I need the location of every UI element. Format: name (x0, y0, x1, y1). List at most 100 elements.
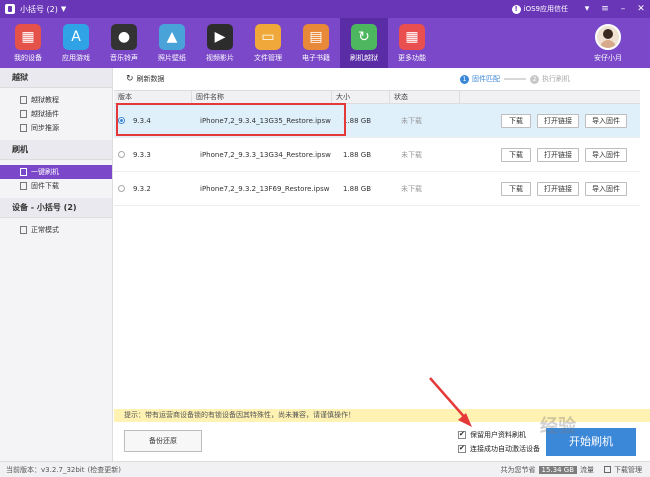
toolbar-label: 更多功能 (398, 54, 426, 62)
download-manager-label: 下载管理 (614, 465, 642, 474)
main-panel: ↻ 刷新数据 1 固件匹配 2 执行刷机 版本 固件名称 大小 状态 9.3.4 i… (114, 68, 650, 461)
sidebar-item-one-click-flash[interactable]: 一键刷机 (0, 165, 112, 179)
select-radio[interactable] (118, 185, 125, 192)
toolbar-item-books[interactable]: ▤ 电子书籍 (292, 18, 340, 68)
sidebar-item-label: 一键刷机 (31, 168, 59, 176)
sidebar-item-firmware-download[interactable]: 固件下载 (0, 179, 112, 193)
phone-icon (20, 168, 27, 176)
title-bar: 小括号 (2) ▼ ! iOS9应用信任 ▾ ≡ – ✕ (0, 0, 650, 18)
table-row[interactable]: 9.3.2 iPhone7,2_9.3.2_13F69_Restore.ipsw… (114, 172, 640, 206)
check-update-link[interactable]: (检查更新) (88, 465, 121, 475)
checkbox-checked-icon[interactable] (458, 430, 466, 439)
user-account[interactable]: 安仔小月 (584, 18, 632, 63)
toolbar-item-photos[interactable]: ▲ 照片壁纸 (148, 18, 196, 68)
toolbar-label: 应用游戏 (62, 54, 90, 62)
step-label: 执行刷机 (542, 75, 570, 83)
auto-activate-checkbox[interactable]: 连接成功自动激活设备 (458, 444, 540, 454)
table-row[interactable]: 9.3.3 iPhone7,2_9.3.3_13G34_Restore.ipsw… (114, 138, 640, 172)
auto-activate-label: 连接成功自动激活设备 (470, 445, 540, 453)
skin-icon[interactable]: ▾ (578, 4, 596, 14)
sidebar-item-label: 越狱教程 (31, 96, 59, 104)
device-dropdown-icon[interactable]: ▼ (61, 5, 66, 13)
checkbox-checked-icon[interactable] (458, 444, 466, 453)
sidebar: 越狱 越狱教程 越狱插件 同步推源 刷机 一键刷机 固件下载 设备 - 小括号 … (0, 68, 113, 461)
step-number: 2 (530, 75, 539, 84)
video-icon: ▶ (207, 24, 233, 50)
avatar (595, 24, 621, 50)
plugin-icon (20, 110, 27, 118)
sidebar-item-sync-source[interactable]: 同步推源 (0, 121, 112, 135)
download-manager-button[interactable]: 下载管理 (604, 465, 642, 475)
toolbar-item-videos[interactable]: ▶ 视频影片 (196, 18, 244, 68)
firmware-size: 1.88 GB (343, 184, 372, 193)
sidebar-section-device: 设备 - 小括号 (2) (0, 198, 112, 218)
import-firmware-button[interactable]: 导入固件 (585, 181, 627, 196)
download-button[interactable]: 下载 (501, 181, 531, 196)
menu-icon[interactable]: ≡ (596, 4, 614, 14)
firmware-version: 9.3.3 (133, 150, 151, 159)
keep-data-label: 保留用户资料刷机 (470, 431, 526, 439)
toolbar-item-more[interactable]: ▦ 更多功能 (388, 18, 436, 68)
column-version: 版本 (114, 91, 192, 103)
trust-icon: ! (511, 4, 521, 14)
device-title: 小括号 (2) (20, 4, 58, 14)
refresh-icon: ↻ (126, 74, 134, 84)
sidebar-item-normal-mode[interactable]: 正常模式 (0, 223, 112, 237)
sidebar-item-label: 同步推源 (31, 124, 59, 132)
sidebar-section-jailbreak: 越狱 (0, 68, 112, 88)
select-radio[interactable] (118, 151, 125, 158)
firmware-size: 1.88 GB (343, 150, 372, 159)
firmware-name: iPhone7,2_9.3.2_13F69_Restore.ipsw (200, 184, 330, 193)
photo-icon: ▲ (159, 24, 185, 50)
toolbar-item-flash[interactable]: ↻ 刷机越狱 (340, 18, 388, 68)
sidebar-item-jailbreak-plugins[interactable]: 越狱插件 (0, 107, 112, 121)
ios9-trust-link[interactable]: iOS9应用信任 (524, 4, 568, 14)
toolbar-label: 我的设备 (14, 54, 42, 62)
start-flash-button[interactable]: 开始刷机 (546, 428, 636, 456)
appstore-icon: A (63, 24, 89, 50)
toolbar-item-music[interactable]: ● 音乐铃声 (100, 18, 148, 68)
download-button[interactable]: 下载 (501, 147, 531, 162)
red-highlight-box (116, 103, 346, 136)
open-link-button[interactable]: 打开链接 (537, 147, 579, 162)
sidebar-item-jailbreak-tutorial[interactable]: 越狱教程 (0, 93, 112, 107)
firmware-name: iPhone7,2_9.3.3_13G34_Restore.ipsw (200, 150, 331, 159)
backup-restore-button[interactable]: 备份还原 (124, 430, 202, 452)
column-status: 状态 (390, 91, 460, 103)
minimize-icon[interactable]: – (614, 4, 632, 14)
toolbar-item-my-device[interactable]: ▦ 我的设备 (4, 18, 52, 68)
open-link-button[interactable]: 打开链接 (537, 113, 579, 128)
toolbar-item-files[interactable]: ▭ 文件管理 (244, 18, 292, 68)
toolbar-label: 音乐铃声 (110, 54, 138, 62)
step-number: 1 (460, 75, 469, 84)
toolbar-label: 刷机越狱 (350, 54, 378, 62)
document-icon (20, 96, 27, 104)
close-icon[interactable]: ✕ (632, 4, 650, 14)
firmware-status: 未下载 (401, 116, 422, 125)
app-version: 当前版本：v3.2.7_32bit (6, 465, 85, 474)
import-firmware-button[interactable]: 导入固件 (585, 147, 627, 162)
refresh-label: 刷新数据 (136, 75, 165, 83)
grid-icon: ▦ (399, 24, 425, 50)
step-execute-flash: 2 执行刷机 (530, 74, 570, 84)
open-link-button[interactable]: 打开链接 (537, 181, 579, 196)
action-area: 备份还原 保留用户资料刷机 连接成功自动激活设备 开始刷机 (114, 422, 650, 461)
toolbar-label: 照片壁纸 (158, 54, 186, 62)
column-size: 大小 (332, 91, 390, 103)
import-firmware-button[interactable]: 导入固件 (585, 113, 627, 128)
firmware-status: 未下载 (401, 150, 422, 159)
keep-data-checkbox[interactable]: 保留用户资料刷机 (458, 430, 526, 440)
sidebar-item-label: 越狱插件 (31, 110, 59, 118)
firmware-size: 1.88 GB (343, 116, 372, 125)
table-header: 版本 固件名称 大小 状态 (114, 90, 640, 104)
step-label: 固件匹配 (472, 75, 500, 83)
toolbar-label: 视频影片 (206, 54, 234, 62)
saved-prefix: 共为您节省 (500, 465, 536, 474)
phone-icon (20, 226, 27, 234)
saved-value: 15.34 GB (538, 465, 577, 474)
toolbar-item-apps[interactable]: A 应用游戏 (52, 18, 100, 68)
refresh-button[interactable]: ↻ 刷新数据 (126, 74, 165, 84)
music-icon: ● (111, 24, 137, 50)
step-connector (504, 78, 526, 80)
download-button[interactable]: 下载 (501, 113, 531, 128)
